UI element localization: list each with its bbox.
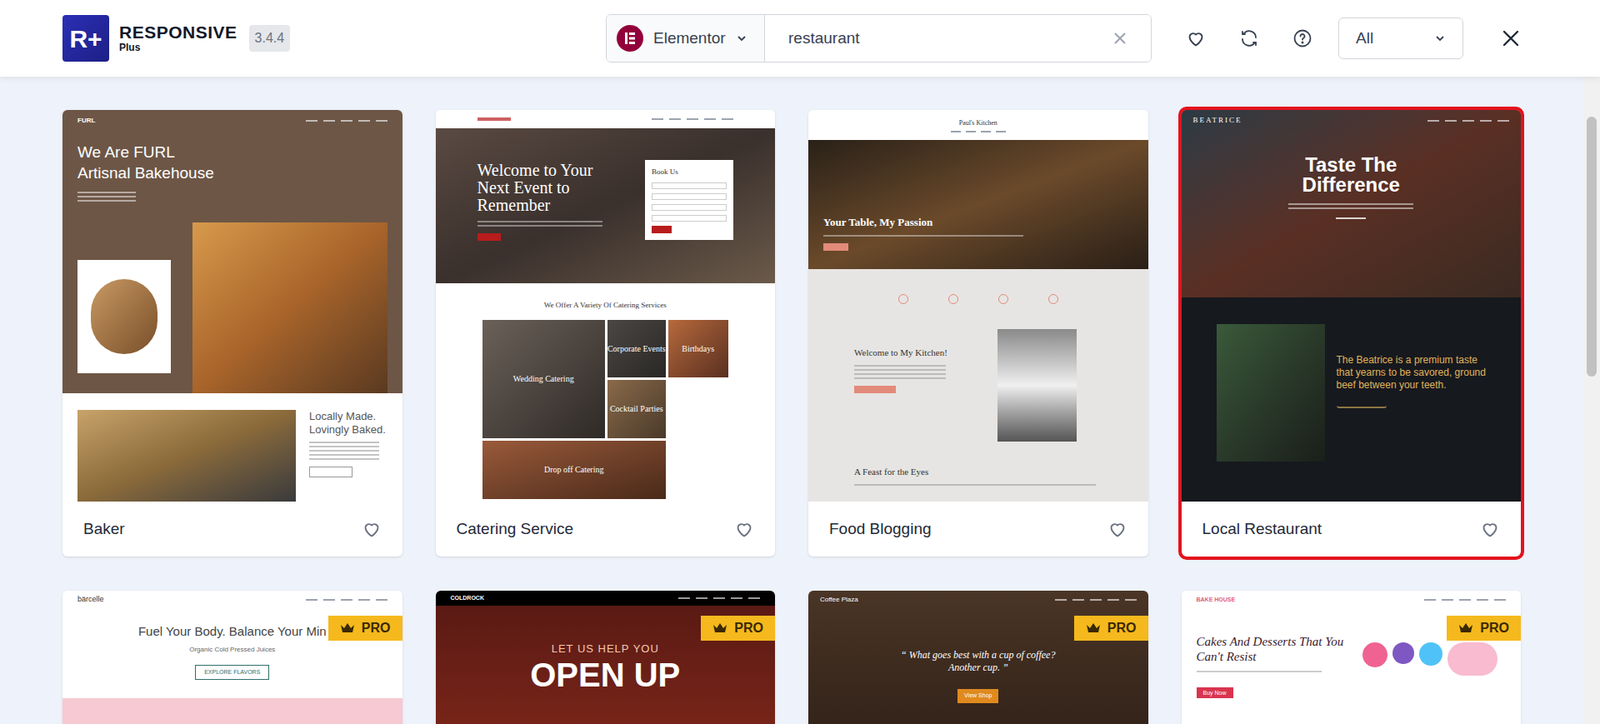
pro-label: PRO bbox=[361, 618, 391, 639]
pro-badge: PRO bbox=[1074, 615, 1149, 641]
clear-icon[interactable] bbox=[1112, 30, 1128, 46]
template-card[interactable]: BAKE HOUSE Cakes And Desserts That You Ca… bbox=[1181, 590, 1522, 724]
template-preview[interactable]: COLDROCK LET US HELP YOUOPEN UP bbox=[435, 590, 776, 724]
close-icon[interactable] bbox=[1500, 28, 1521, 49]
top-bar: R+ RESPONSIVEPlus 3.4.4 Elementor restaurant… bbox=[0, 0, 1600, 77]
template-card[interactable]: bärcelle Fuel Your Body. Balance Your Min… bbox=[62, 590, 403, 724]
template-title: Baker bbox=[83, 517, 125, 542]
site-logo: bärcelle bbox=[77, 594, 105, 606]
template-title: Food Blogging bbox=[829, 517, 932, 542]
pro-label: PRO bbox=[1480, 618, 1510, 639]
logo: R+ bbox=[62, 15, 110, 62]
hero-title: We Are FURL bbox=[77, 141, 388, 163]
section-title: Welcome to My Kitchen! bbox=[854, 345, 948, 360]
hero-quote: “ What goes best with a cup of coffee? A… bbox=[891, 649, 1065, 675]
site-logo: BEATRICE bbox=[1193, 115, 1243, 127]
scrollbar-thumb[interactable] bbox=[1586, 116, 1597, 377]
crown-icon bbox=[1458, 622, 1474, 635]
template-grid: FURL We Are FURLArtisnal Bakehouse Locally… bbox=[0, 76, 1584, 724]
hero-title: OPEN UP bbox=[530, 657, 680, 693]
site-logo: Paul's Kitchen bbox=[959, 118, 998, 129]
filter-select[interactable]: All bbox=[1338, 17, 1464, 60]
builder-select[interactable]: Elementor bbox=[606, 15, 765, 62]
elementor-icon bbox=[616, 25, 644, 52]
logo-mark: R+ bbox=[69, 20, 102, 58]
tagline: Locally Made. bbox=[309, 410, 386, 424]
template-card[interactable]: Coffee Plaza “ What goes best with a cup … bbox=[808, 590, 1149, 724]
version-badge: 3.4.4 bbox=[249, 25, 291, 52]
chevron-down-icon bbox=[1434, 32, 1446, 45]
site-logo: FURL bbox=[77, 115, 95, 126]
filter-label: All bbox=[1355, 26, 1374, 51]
template-preview[interactable]: Paul's Kitchen Your Table, My Passion Welc… bbox=[808, 110, 1149, 502]
body-text: The Beatrice is a premium taste that yea… bbox=[1336, 354, 1487, 392]
template-preview[interactable]: Coffee Plaza “ What goes best with a cup … bbox=[808, 590, 1149, 724]
help-icon[interactable] bbox=[1292, 28, 1313, 49]
section-title: A Feast for the Eyes bbox=[854, 465, 1103, 480]
hero-title: Taste The bbox=[1305, 155, 1397, 175]
builder-label: Elementor bbox=[653, 26, 726, 51]
refresh-icon[interactable] bbox=[1239, 28, 1260, 49]
heart-icon[interactable] bbox=[1480, 519, 1500, 540]
tile-label: Drop off Catering bbox=[544, 463, 604, 476]
form-title: Book Us bbox=[651, 166, 727, 179]
hero-title: Cakes And Desserts That You Can't Resist bbox=[1196, 634, 1355, 665]
pro-label: PRO bbox=[734, 618, 764, 639]
search-group: Elementor restaurant bbox=[605, 14, 1152, 63]
tile-label: Corporate Events bbox=[607, 342, 666, 355]
template-preview[interactable]: FURL We Are FURLArtisnal Bakehouse Locally… bbox=[62, 110, 403, 502]
template-card[interactable]: BEATRICE Taste TheDifference The Beatrice … bbox=[1181, 110, 1522, 557]
template-preview[interactable]: BEATRICE Taste TheDifference The Beatrice … bbox=[1181, 110, 1522, 502]
hero-subtitle: Organic Cold Pressed Juices bbox=[189, 645, 275, 655]
pro-label: PRO bbox=[1107, 618, 1137, 639]
pro-badge: PRO bbox=[700, 615, 775, 641]
search-input: restaurant bbox=[788, 26, 1113, 51]
crown-icon bbox=[712, 622, 728, 635]
search-field[interactable]: restaurant bbox=[765, 15, 1151, 62]
site-logo: Coffee Plaza bbox=[820, 595, 859, 605]
template-preview[interactable]: BAKE HOUSE Cakes And Desserts That You Ca… bbox=[1181, 590, 1522, 724]
template-card[interactable]: Paul's Kitchen Your Table, My Passion Welc… bbox=[808, 110, 1149, 557]
template-title: Catering Service bbox=[456, 517, 574, 542]
template-preview[interactable]: Welcome to Your Next Event to Remember Bo… bbox=[435, 110, 776, 502]
hero-title: Welcome to Your Next Event to Remember bbox=[477, 161, 624, 215]
crown-icon bbox=[1085, 622, 1101, 635]
heart-icon[interactable] bbox=[1107, 519, 1128, 540]
hero-title: Artisnal Bakehouse bbox=[77, 162, 388, 184]
tile-label: Birthdays bbox=[681, 342, 715, 355]
tile-label: Cocktail Parties bbox=[610, 402, 664, 415]
template-title: Local Restaurant bbox=[1202, 517, 1323, 542]
cta-button: Buy Now bbox=[1196, 687, 1234, 699]
app-sub: Plus bbox=[119, 41, 238, 54]
template-card[interactable]: COLDROCK LET US HELP YOUOPEN UP PRO bbox=[435, 590, 776, 724]
cta-button: View Shop bbox=[957, 689, 999, 704]
chevron-down-icon bbox=[735, 32, 748, 45]
heart-icon[interactable] bbox=[361, 519, 382, 540]
app-name: RESPONSIVE bbox=[119, 23, 238, 42]
template-card[interactable]: Welcome to Your Next Event to Remember Bo… bbox=[435, 110, 776, 557]
tagline: Lovingly Baked. bbox=[309, 423, 386, 437]
site-logo: COLDROCK bbox=[450, 594, 485, 604]
scrollbar[interactable] bbox=[1583, 76, 1600, 724]
pro-badge: PRO bbox=[328, 615, 403, 641]
hero-kicker: LET US HELP YOU bbox=[551, 640, 660, 658]
site-logo: BAKE HOUSE bbox=[1196, 595, 1236, 605]
hero-title: Difference bbox=[1302, 175, 1400, 195]
cta-button: EXPLORE FLAVORS bbox=[195, 665, 270, 681]
brand: R+ RESPONSIVEPlus 3.4.4 bbox=[62, 15, 290, 62]
section-title: We Offer A Variety Of Catering Services bbox=[544, 300, 667, 312]
crown-icon bbox=[340, 622, 355, 635]
heart-icon[interactable] bbox=[734, 519, 755, 540]
favorites-icon[interactable] bbox=[1185, 28, 1206, 49]
hero-title: Your Table, My Passion bbox=[823, 214, 1134, 231]
tile-label: Wedding Catering bbox=[513, 372, 575, 385]
template-preview[interactable]: bärcelle Fuel Your Body. Balance Your Min… bbox=[62, 590, 403, 724]
hero-title: Fuel Your Body. Balance Your Min bbox=[138, 622, 327, 642]
pro-badge: PRO bbox=[1446, 615, 1521, 641]
template-card[interactable]: FURL We Are FURLArtisnal Bakehouse Locally… bbox=[62, 110, 403, 557]
